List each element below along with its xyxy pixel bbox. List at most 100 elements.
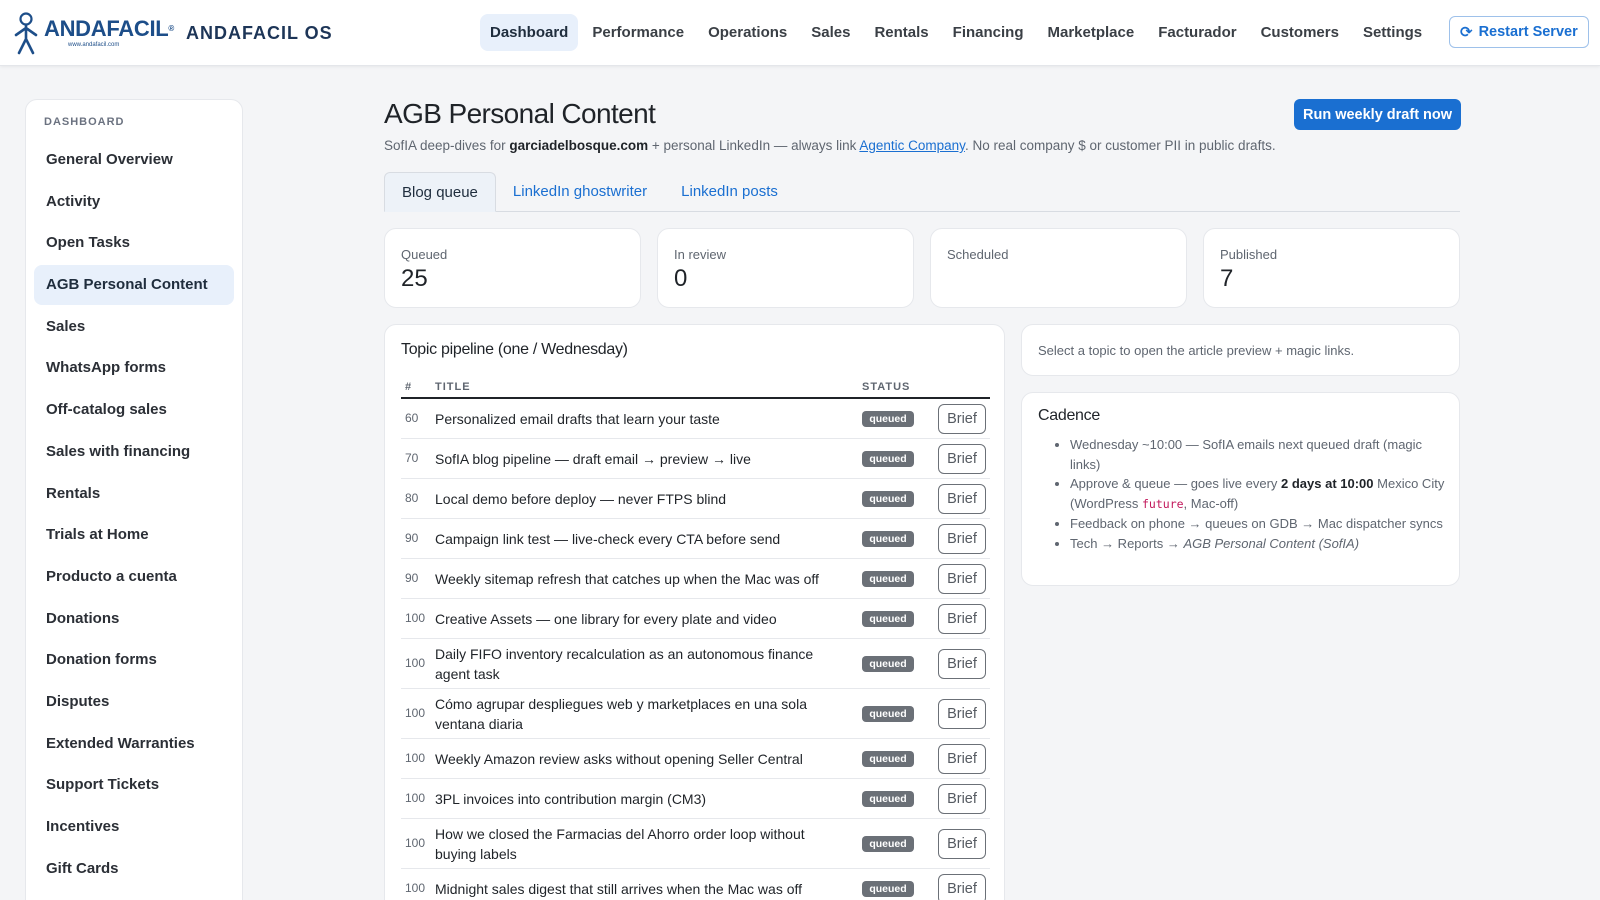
sidebar-item-donation-forms[interactable]: Donation forms [34,640,234,680]
table-row[interactable]: 100 Midnight sales digest that still arri… [401,869,990,900]
brand-logo: ANDAFACIL® www.andafacil.com [44,17,174,49]
nav-dashboard[interactable]: Dashboard [480,14,579,51]
table-row[interactable]: 80 Local demo before deploy — never FTPS … [401,479,990,519]
nav-facturador[interactable]: Facturador [1148,14,1246,51]
nav-settings[interactable]: Settings [1353,14,1432,51]
table-row[interactable]: 100 How we closed the Farmacias del Ahorr… [401,819,990,869]
nav-rentals[interactable]: Rentals [864,14,938,51]
row-title[interactable]: SofIA blog pipeline — draft email → prev… [435,449,845,469]
sidebar-item-whatsapp-forms[interactable]: WhatsApp forms [34,348,234,388]
topic-preview-hint: Select a topic to open the article previ… [1038,343,1355,358]
status-badge: queued [862,451,914,467]
sidebar-item-extended-warranties[interactable]: Extended Warranties [34,724,234,764]
sidebar: DASHBOARD General Overview Activity Open… [25,99,243,900]
status-badge: queued [862,571,914,587]
row-title[interactable]: 3PL invoices into contribution margin (C… [435,789,845,809]
row-title[interactable]: Midnight sales digest that still arrives… [435,879,845,899]
table-row[interactable]: 100 3PL invoices into contribution margin… [401,779,990,819]
nav-operations[interactable]: Operations [698,14,797,51]
tab-blog-queue[interactable]: Blog queue [384,172,496,212]
row-title[interactable]: Daily FIFO inventory recalculation as an… [435,644,845,684]
brief-button[interactable]: Brief [938,404,986,434]
row-title[interactable]: Weekly Amazon review asks without openin… [435,749,845,769]
sidebar-heading: DASHBOARD [44,116,125,128]
sidebar-item-general-overview[interactable]: General Overview [34,140,234,180]
nav-marketplace[interactable]: Marketplace [1038,14,1145,51]
brief-button[interactable]: Brief [938,784,986,814]
status-badge: queued [862,656,914,672]
run-weekly-draft-button[interactable]: Run weekly draft now [1294,99,1462,130]
stat-label: In review [674,247,727,262]
main-nav: Dashboard Performance Operations Sales R… [480,14,1436,51]
nav-customers[interactable]: Customers [1251,14,1349,51]
row-title[interactable]: Campaign link test — live-check every CT… [435,529,845,549]
sidebar-item-open-tasks[interactable]: Open Tasks [34,223,234,263]
sidebar-item-donations[interactable]: Donations [34,599,234,639]
sidebar-item-trials-at-home[interactable]: Trials at Home [34,515,234,555]
row-title[interactable]: Local demo before deploy — never FTPS bl… [435,489,845,509]
brand-logo-word: ANDAFACIL [44,16,169,41]
cadence-list: Wednesday ~10:00 — SofIA emails next que… [1070,435,1445,553]
agentic-company-link[interactable]: Agentic Company [859,138,965,153]
row-title[interactable]: Cómo agrupar despliegues web y marketpla… [435,694,845,734]
table-row[interactable]: 100 Cómo agrupar despliegues web y market… [401,689,990,739]
stat-value: 0 [674,265,688,292]
sidebar-item-sales[interactable]: Sales [34,307,234,347]
table-row[interactable]: 100 Daily FIFO inventory recalculation as… [401,639,990,689]
cadence-card: Cadence Wednesday ~10:00 — SofIA emails … [1021,392,1460,586]
tab-linkedin-posts[interactable]: LinkedIn posts [664,172,795,212]
brief-button[interactable]: Brief [938,829,986,859]
table-row[interactable]: 100 Creative Assets — one library for eve… [401,599,990,639]
table-row[interactable]: 70 SofIA blog pipeline — draft email → pr… [401,439,990,479]
row-title[interactable]: How we closed the Farmacias del Ahorro o… [435,824,845,864]
row-number: 70 [405,451,419,465]
stat-value: 7 [1220,265,1234,292]
table-row[interactable]: 90 Campaign link test — live-check every … [401,519,990,559]
row-title[interactable]: Personalized email drafts that learn you… [435,409,845,429]
row-number: 100 [405,836,426,850]
restart-server-button[interactable]: ⟳ Restart Server [1449,16,1589,48]
sidebar-item-support-tickets[interactable]: Support Tickets [34,765,234,805]
brief-button[interactable]: Brief [938,874,986,900]
subtitle-middle: + personal LinkedIn — always link [648,138,860,153]
status-badge: queued [862,531,914,547]
brand[interactable]: ANDAFACIL® www.andafacil.com ANDAFACIL O… [10,10,333,56]
sidebar-item-disputes[interactable]: Disputes [34,682,234,722]
sidebar-item-off-catalog-sales[interactable]: Off-catalog sales [34,390,234,430]
sidebar-item-agb-personal-content[interactable]: AGB Personal Content [34,265,234,306]
status-badge: queued [862,836,914,852]
sidebar-item-incentives[interactable]: Incentives [34,807,234,847]
nav-sales[interactable]: Sales [801,14,860,51]
table-row[interactable]: 60 Personalized email drafts that learn y… [401,399,990,439]
sidebar-item-gift-cards[interactable]: Gift Cards [34,849,234,889]
cadence-title: Cadence [1038,407,1100,424]
table-row[interactable]: 100 Weekly Amazon review asks without ope… [401,739,990,779]
brief-button[interactable]: Brief [938,649,986,679]
andafacil-logo-figure-icon [14,12,38,55]
row-number: 100 [405,656,426,670]
row-number: 90 [405,531,419,545]
row-title[interactable]: Creative Assets — one library for every … [435,609,845,629]
row-title[interactable]: Weekly sitemap refresh that catches up w… [435,569,845,589]
nav-financing[interactable]: Financing [943,14,1034,51]
status-badge: queued [862,411,914,427]
sidebar-item-producto-a-cuenta[interactable]: Producto a cuenta [34,557,234,597]
status-badge: queued [862,751,914,767]
brief-button[interactable]: Brief [938,744,986,774]
stat-label: Queued [401,247,448,262]
brief-button[interactable]: Brief [938,564,986,594]
tab-linkedin-ghostwriter[interactable]: LinkedIn ghostwriter [496,172,664,212]
brief-button[interactable]: Brief [938,444,986,474]
table-body: 60 Personalized email drafts that learn y… [401,399,990,900]
sidebar-item-sales-with-financing[interactable]: Sales with financing [34,432,234,472]
subtitle-suffix: . No real company $ or customer PII in p… [964,138,1276,153]
brief-button[interactable]: Brief [938,484,986,514]
table-row[interactable]: 90 Weekly sitemap refresh that catches up… [401,559,990,599]
nav-performance[interactable]: Performance [582,14,694,51]
brief-button[interactable]: Brief [938,699,986,729]
sidebar-item-activity[interactable]: Activity [34,182,234,222]
registered-mark: ® [168,24,175,33]
sidebar-item-rentals[interactable]: Rentals [34,474,234,514]
brief-button[interactable]: Brief [938,604,986,634]
brief-button[interactable]: Brief [938,524,986,554]
